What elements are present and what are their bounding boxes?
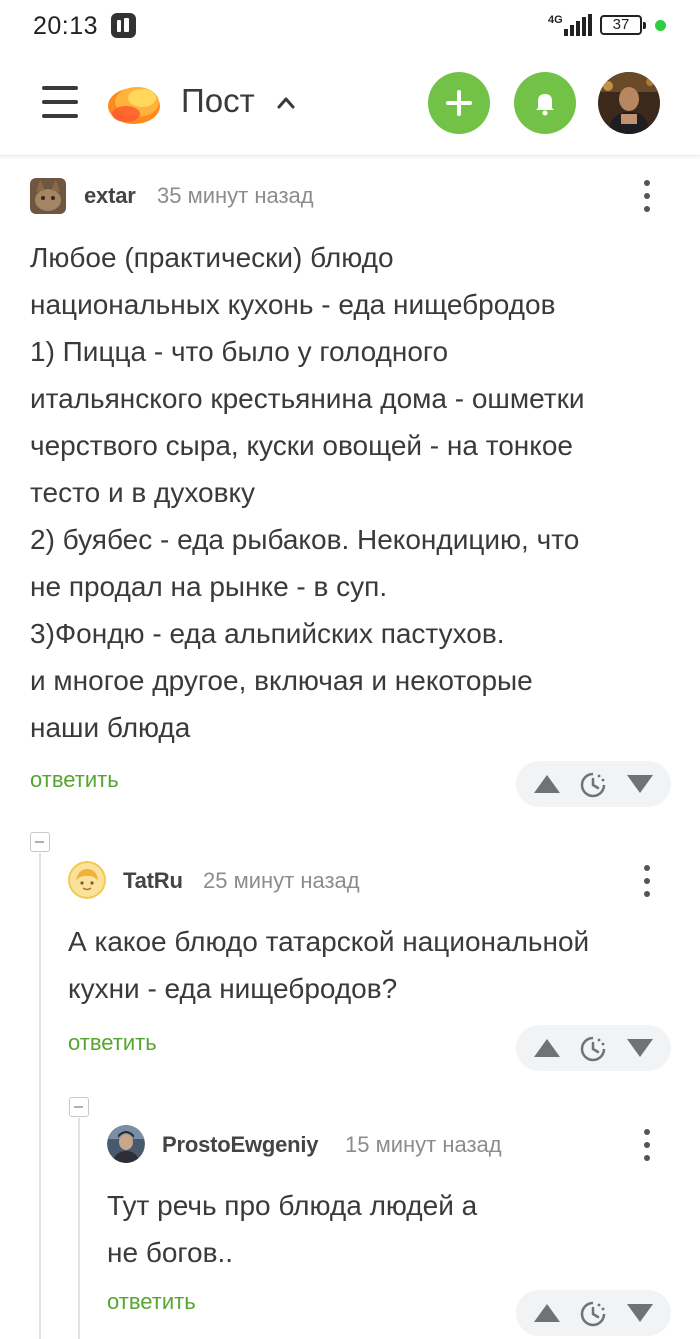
signal-icon: [556, 14, 592, 36]
more-options-icon[interactable]: [642, 180, 652, 214]
author-avatar[interactable]: [30, 178, 66, 214]
status-bar: 20:13 4G 37: [0, 0, 700, 52]
pikabu-logo-icon[interactable]: [106, 76, 162, 126]
comment-reply: ProstoEwgeniy 15 минут назад Тут речь пр…: [0, 1104, 700, 1339]
comment-header: TatRu 25 минут назад: [68, 860, 668, 900]
vote-controls: [516, 1025, 671, 1071]
menu-icon[interactable]: [42, 86, 78, 118]
reply-link[interactable]: ответить: [30, 767, 119, 793]
triangle-up-icon[interactable]: [533, 1038, 561, 1058]
comment-time[interactable]: 15 минут назад: [345, 1132, 502, 1158]
triangle-up-icon[interactable]: [533, 1303, 561, 1323]
comment: extar 35 минут назад Любое (практически)…: [0, 156, 700, 816]
reply-link[interactable]: ответить: [68, 1030, 157, 1056]
status-time: 20:13: [33, 12, 99, 40]
triangle-down-icon[interactable]: [626, 1303, 654, 1323]
clock-icon[interactable]: [579, 771, 607, 799]
more-options-icon[interactable]: [642, 1129, 652, 1163]
app-header: Пост: [0, 52, 700, 156]
chevron-up-icon[interactable]: [276, 95, 296, 109]
add-post-button[interactable]: [428, 72, 490, 134]
notifications-button[interactable]: [514, 72, 576, 134]
vote-controls: [516, 1290, 671, 1336]
triangle-down-icon[interactable]: [626, 1038, 654, 1058]
author-avatar[interactable]: [107, 1125, 145, 1163]
reply-link[interactable]: ответить: [107, 1289, 196, 1315]
more-options-icon[interactable]: [642, 865, 652, 899]
comment-reply: TatRu 25 минут назад А какое блюдо татар…: [0, 840, 700, 1080]
clock-icon[interactable]: [579, 1300, 607, 1328]
comment-header: extar 35 минут назад: [30, 176, 670, 216]
page-title[interactable]: Пост: [181, 82, 255, 120]
comment-time[interactable]: 35 минут назад: [157, 183, 314, 209]
comment-header: ProstoEwgeniy 15 минут назад: [107, 1124, 667, 1164]
comment-text: Тут речь про блюда людей а не богов..: [107, 1190, 478, 1268]
battery-level: 37: [612, 16, 630, 33]
comment-text: А какое блюдо татарской национальной кух…: [68, 926, 590, 1004]
triangle-down-icon[interactable]: [626, 774, 654, 794]
plus-icon: [446, 90, 472, 116]
privacy-indicator-dot: [655, 20, 666, 31]
notification-app-icon: [111, 13, 136, 38]
bell-icon: [536, 94, 554, 116]
author-avatar[interactable]: [68, 861, 106, 899]
triangle-up-icon[interactable]: [533, 774, 561, 794]
comment-time[interactable]: 25 минут назад: [203, 868, 360, 894]
battery-icon: 37: [600, 15, 646, 35]
author-name[interactable]: TatRu: [123, 868, 183, 894]
comment-text: Любое (практически) блюдо национальных к…: [30, 242, 585, 743]
vote-controls: [516, 761, 671, 807]
author-name[interactable]: extar: [84, 183, 136, 209]
clock-icon[interactable]: [579, 1035, 607, 1063]
user-avatar[interactable]: [598, 72, 660, 134]
author-name[interactable]: ProstoEwgeniy: [162, 1132, 319, 1158]
